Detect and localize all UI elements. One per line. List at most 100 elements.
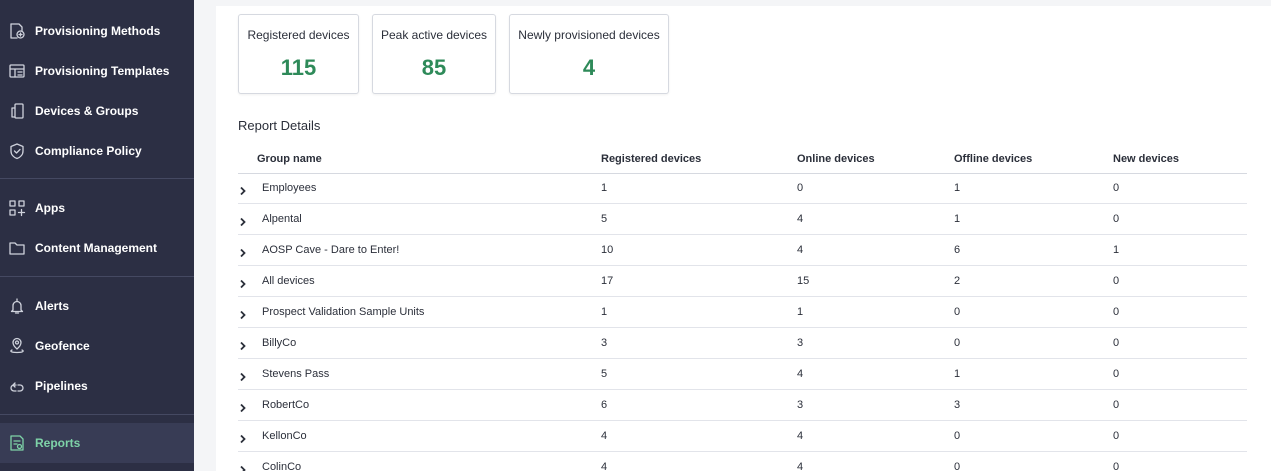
registered-cell: 3 (601, 337, 608, 349)
chevron-right-icon[interactable] (238, 245, 250, 258)
group-name-cell: AOSP Cave - Dare to Enter! (262, 244, 400, 256)
sidebar-item-label: Content Management (35, 241, 158, 255)
sidebar-item-label: Provisioning Methods (35, 24, 161, 38)
pipeline-icon (8, 377, 26, 395)
chevron-right-icon[interactable] (238, 369, 250, 382)
table-row[interactable]: All devices 17 15 2 0 (238, 266, 1247, 297)
metric-value: 85 (421, 55, 447, 80)
column-header-group-name[interactable]: Group name (257, 153, 322, 165)
sidebar-item-content-management[interactable]: Content Management (0, 228, 194, 268)
registered-cell: 5 (601, 213, 608, 225)
metric-card-peak-active: Peak active devices 85 (372, 14, 496, 94)
chevron-right-icon[interactable] (238, 462, 250, 471)
metric-card-newly-provisioned: Newly provisioned devices 4 (509, 14, 669, 94)
table-row[interactable]: ColinCo 4 4 0 0 (238, 452, 1247, 471)
new-cell: 0 (1113, 306, 1120, 318)
reports-icon (8, 434, 26, 452)
column-header-new[interactable]: New devices (1113, 153, 1179, 165)
apps-grid-icon (8, 199, 26, 217)
registered-cell: 10 (601, 244, 614, 256)
offline-cell: 0 (954, 430, 961, 442)
sidebar-item-label: Devices & Groups (35, 104, 139, 118)
offline-cell: 1 (954, 182, 961, 194)
online-cell: 1 (797, 306, 804, 318)
group-name-cell: Prospect Validation Sample Units (262, 306, 425, 318)
new-cell: 0 (1113, 430, 1120, 442)
metric-title: Peak active devices (380, 28, 488, 42)
shield-icon (8, 142, 26, 160)
sidebar-item-label: Reports (35, 436, 81, 450)
online-cell: 0 (797, 182, 804, 194)
map-pin-icon (8, 337, 26, 355)
sidebar-item-pipelines[interactable]: Pipelines (0, 366, 194, 406)
report-panel: Registered devices 115 Peak active devic… (216, 6, 1271, 471)
table-row[interactable]: Stevens Pass 5 4 1 0 (238, 359, 1247, 390)
sidebar-item-label: Provisioning Templates (35, 64, 170, 78)
new-cell: 1 (1113, 244, 1120, 256)
new-cell: 0 (1113, 337, 1120, 349)
offline-cell: 0 (954, 306, 961, 318)
offline-cell: 0 (954, 461, 961, 471)
new-cell: 0 (1113, 182, 1120, 194)
column-header-registered[interactable]: Registered devices (601, 153, 701, 165)
column-header-offline[interactable]: Offline devices (954, 153, 1032, 165)
sidebar-item-provisioning-templates[interactable]: Provisioning Templates (0, 51, 194, 91)
online-cell: 4 (797, 430, 804, 442)
sidebar-item-label: Pipelines (35, 379, 88, 393)
online-cell: 4 (797, 368, 804, 380)
registered-cell: 17 (601, 275, 614, 287)
group-name-cell: Alpental (262, 213, 302, 225)
sidebar-divider (0, 414, 194, 415)
group-name-cell: All devices (262, 275, 315, 287)
folder-icon (8, 239, 26, 257)
sidebar-item-label: Geofence (35, 339, 90, 353)
sidebar-item-label: Apps (35, 201, 65, 215)
table-row[interactable]: RobertCo 6 3 3 0 (238, 390, 1247, 421)
table-row[interactable]: KellonCo 4 4 0 0 (238, 421, 1247, 452)
registered-cell: 4 (601, 430, 608, 442)
online-cell: 3 (797, 337, 804, 349)
provisioning-methods-icon (8, 22, 26, 40)
sidebar-item-reports[interactable]: Reports (0, 423, 194, 463)
table-row[interactable]: Alpental 5 4 1 0 (238, 204, 1247, 235)
registered-cell: 1 (601, 306, 608, 318)
new-cell: 0 (1113, 275, 1120, 287)
chevron-right-icon[interactable] (238, 214, 250, 227)
offline-cell: 0 (954, 337, 961, 349)
group-name-cell: ColinCo (262, 461, 302, 471)
new-cell: 0 (1113, 399, 1120, 411)
metric-value: 115 (280, 55, 317, 80)
online-cell: 4 (797, 461, 804, 471)
chevron-right-icon[interactable] (238, 400, 250, 413)
sidebar: Provisioning Methods Provisioning Templa… (0, 0, 194, 471)
sidebar-item-geofence[interactable]: Geofence (0, 326, 194, 366)
chevron-right-icon[interactable] (238, 307, 250, 320)
offline-cell: 3 (954, 399, 961, 411)
registered-cell: 6 (601, 399, 608, 411)
table-row[interactable]: AOSP Cave - Dare to Enter! 10 4 6 1 (238, 235, 1247, 266)
sidebar-item-compliance-policy[interactable]: Compliance Policy (0, 131, 194, 171)
table-row[interactable]: BillyCo 3 3 0 0 (238, 328, 1247, 359)
offline-cell: 1 (954, 368, 961, 380)
table-row[interactable]: Employees 1 0 1 0 (238, 173, 1247, 204)
sidebar-item-devices-groups[interactable]: Devices & Groups (0, 91, 194, 131)
column-header-online[interactable]: Online devices (797, 153, 875, 165)
table-header: Group name Registered devices Online dev… (238, 146, 1247, 174)
offline-cell: 2 (954, 275, 961, 287)
chevron-right-icon[interactable] (238, 431, 250, 444)
table-row[interactable]: Prospect Validation Sample Units 1 1 0 0 (238, 297, 1247, 328)
report-details-title: Report Details (238, 118, 321, 133)
sidebar-item-alerts[interactable]: Alerts (0, 286, 194, 326)
registered-cell: 1 (601, 182, 608, 194)
sidebar-divider (0, 276, 194, 277)
group-name-cell: Employees (262, 182, 317, 194)
sidebar-item-apps[interactable]: Apps (0, 188, 194, 228)
sidebar-item-provisioning-methods[interactable]: Provisioning Methods (0, 11, 194, 51)
chevron-right-icon[interactable] (238, 276, 250, 289)
online-cell: 4 (797, 213, 804, 225)
provisioning-templates-icon (8, 62, 26, 80)
metric-title: Newly provisioned devices (518, 28, 660, 42)
offline-cell: 6 (954, 244, 961, 256)
chevron-right-icon[interactable] (238, 338, 250, 351)
chevron-right-icon[interactable] (238, 183, 250, 196)
